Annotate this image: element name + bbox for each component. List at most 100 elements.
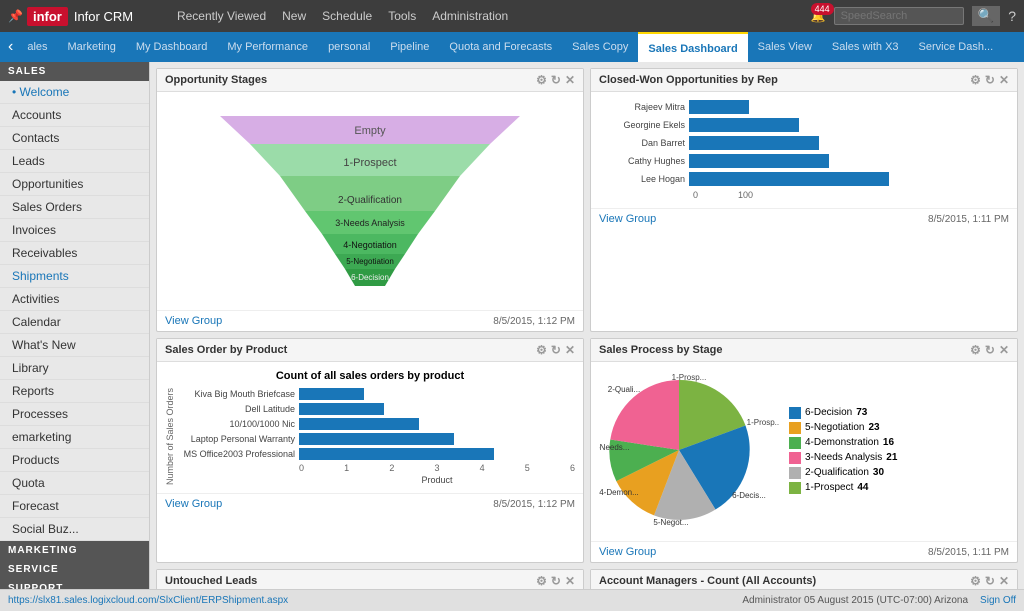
signout-button[interactable]: Sign Off [980,595,1016,606]
closed-won-fill-dan [689,136,819,150]
widget-opportunity-stages: Opportunity Stages ⚙ ↻ ✕ [156,68,584,332]
closed-won-refresh-icon[interactable]: ↻ [985,73,995,87]
closed-won-label-dan: Dan Barret [599,138,689,148]
sidebar-item-quota[interactable]: Quota [0,472,149,495]
sales-order-settings-icon[interactable]: ⚙ [536,343,547,357]
widget-untouched-leads: Untouched Leads ⚙ ↻ ✕ [156,569,584,589]
tab-my-performance[interactable]: My Performance [217,32,318,62]
widget-settings-icon[interactable]: ⚙ [536,73,547,87]
sidebar-item-activities[interactable]: Activities [0,288,149,311]
sidebar-item-contacts[interactable]: Contacts [0,127,149,150]
account-mgr-close-icon[interactable]: ✕ [999,574,1009,588]
bell-area[interactable]: 🔔 444 [811,9,826,23]
widget-refresh-icon[interactable]: ↻ [551,73,561,87]
help-button[interactable]: ? [1008,8,1016,24]
svg-text:2-Quali...: 2-Quali... [608,385,640,394]
sidebar-item-receivables[interactable]: Receivables [0,242,149,265]
tab-marketing[interactable]: Marketing [58,32,126,62]
bottombar: https://slx81.sales.logixcloud.com/SlxCl… [0,589,1024,611]
pie-chart-container: 1-Prosp... 1-Prosp... 2-Quali... 3-Needs… [599,370,779,533]
tab-pipeline[interactable]: Pipeline [380,32,439,62]
sales-process-view-group[interactable]: View Group [599,546,656,558]
sidebar-item-calendar[interactable]: Calendar [0,311,149,334]
tab-personal[interactable]: personal [318,32,380,62]
sidebar-item-products[interactable]: Products [0,449,149,472]
nav-tools[interactable]: Tools [388,9,416,23]
sidebar-item-emarketing[interactable]: emarketing [0,426,149,449]
sidebar-item-welcome[interactable]: • Welcome [0,81,149,104]
sidebar-section-service: SERVICE [0,560,149,579]
sidebar-item-reports[interactable]: Reports [0,380,149,403]
sales-order-close-icon[interactable]: ✕ [565,343,575,357]
widget-sales-order-header: Sales Order by Product ⚙ ↻ ✕ [157,339,583,362]
widget-closed-won: Closed-Won Opportunities by Rep ⚙ ↻ ✕ Ra… [590,68,1018,332]
closed-won-view-group[interactable]: View Group [599,213,656,225]
tab-sales-copy[interactable]: Sales Copy [562,32,638,62]
sales-process-close-icon[interactable]: ✕ [999,343,1009,357]
tab-my-dashboard[interactable]: My Dashboard [126,32,218,62]
closed-won-close-icon[interactable]: ✕ [999,73,1009,87]
tab-ales[interactable]: ales [17,32,57,62]
bar-label-nic: 10/100/1000 Nic [179,419,299,429]
account-mgr-settings-icon[interactable]: ⚙ [970,574,981,588]
sidebar-section-marketing: MARKETING [0,541,149,560]
untouched-settings-icon[interactable]: ⚙ [536,574,547,588]
dashboard-grid: Opportunity Stages ⚙ ↻ ✕ [156,68,1018,589]
svg-text:1-Prosp...: 1-Prosp... [747,418,779,427]
tab-sales-x3[interactable]: Sales with X3 [822,32,909,62]
account-mgr-refresh-icon[interactable]: ↻ [985,574,995,588]
tab-sales-view[interactable]: Sales View [748,32,822,62]
sales-order-view-group[interactable]: View Group [165,498,222,510]
pie-chart-area: 1-Prosp... 1-Prosp... 2-Quali... 3-Needs… [599,370,1009,533]
sidebar-item-sales-orders[interactable]: Sales Orders [0,196,149,219]
widget-opportunity-stages-footer: View Group 8/5/2015, 1:12 PM [157,310,583,331]
bar-label-dell: Dell Latitude [179,404,299,414]
sidebar-item-opportunities[interactable]: Opportunities [0,173,149,196]
widget-sales-process-body: 1-Prosp... 1-Prosp... 2-Quali... 3-Needs… [591,362,1017,541]
widget-account-managers: Account Managers - Count (All Accounts) … [590,569,1018,589]
bar-fill-nic [299,418,419,430]
widget-closed-won-icons: ⚙ ↻ ✕ [970,73,1009,87]
nav-schedule[interactable]: Schedule [322,9,372,23]
nav-administration[interactable]: Administration [432,9,508,23]
sales-order-xaxis: 0 1 2 3 4 5 6 [179,463,575,473]
tab-sales-dashboard[interactable]: Sales Dashboard [638,32,747,62]
opportunity-stages-view-group[interactable]: View Group [165,315,222,327]
sidebar-item-library[interactable]: Library [0,357,149,380]
nav-recently-viewed[interactable]: Recently Viewed [177,9,266,23]
widget-opportunity-stages-icons: ⚙ ↻ ✕ [536,73,575,87]
closed-won-chart: Rajeev Mitra Georgine Ekels Dan Barret [599,100,1009,200]
closed-won-settings-icon[interactable]: ⚙ [970,73,981,87]
tab-service-dash[interactable]: Service Dash... [909,32,1004,62]
search-input[interactable] [834,7,964,25]
sidebar-item-whats-new[interactable]: What's New [0,334,149,357]
main-area: SALES • Welcome Accounts Contacts Leads … [0,62,1024,589]
sidebar-item-accounts[interactable]: Accounts [0,104,149,127]
widget-close-icon[interactable]: ✕ [565,73,575,87]
widget-untouched-leads-header: Untouched Leads ⚙ ↻ ✕ [157,570,583,589]
tab-prev-arrow[interactable]: ‹ [4,38,17,56]
widget-closed-won-header: Closed-Won Opportunities by Rep ⚙ ↻ ✕ [591,69,1017,92]
legend-color-5-negotiation [789,422,801,434]
untouched-close-icon[interactable]: ✕ [565,574,575,588]
sidebar-item-social[interactable]: Social Buz... [0,518,149,541]
sidebar-item-shipments[interactable]: Shipments [0,265,149,288]
sidebar-item-forecast[interactable]: Forecast [0,495,149,518]
sidebar-item-leads[interactable]: Leads [0,150,149,173]
nav-new[interactable]: New [282,9,306,23]
svg-text:3-Needs...: 3-Needs... [599,443,629,452]
tab-quota-forecasts[interactable]: Quota and Forecasts [439,32,562,62]
bar-fill-laptop [299,433,454,445]
sidebar-item-invoices[interactable]: Invoices [0,219,149,242]
untouched-refresh-icon[interactable]: ↻ [551,574,561,588]
widget-account-managers-header: Account Managers - Count (All Accounts) … [591,570,1017,589]
sales-process-settings-icon[interactable]: ⚙ [970,343,981,357]
sales-bar-laptop: Laptop Personal Warranty [179,433,575,445]
sales-order-refresh-icon[interactable]: ↻ [551,343,561,357]
sales-process-refresh-icon[interactable]: ↻ [985,343,995,357]
sales-bar-nic: 10/100/1000 Nic [179,418,575,430]
tab-navigation: ‹ ales Marketing My Dashboard My Perform… [0,32,1024,62]
sidebar-item-processes[interactable]: Processes [0,403,149,426]
search-button[interactable]: 🔍 [972,6,1001,26]
legend-value-1-prospect: 44 [857,482,868,493]
